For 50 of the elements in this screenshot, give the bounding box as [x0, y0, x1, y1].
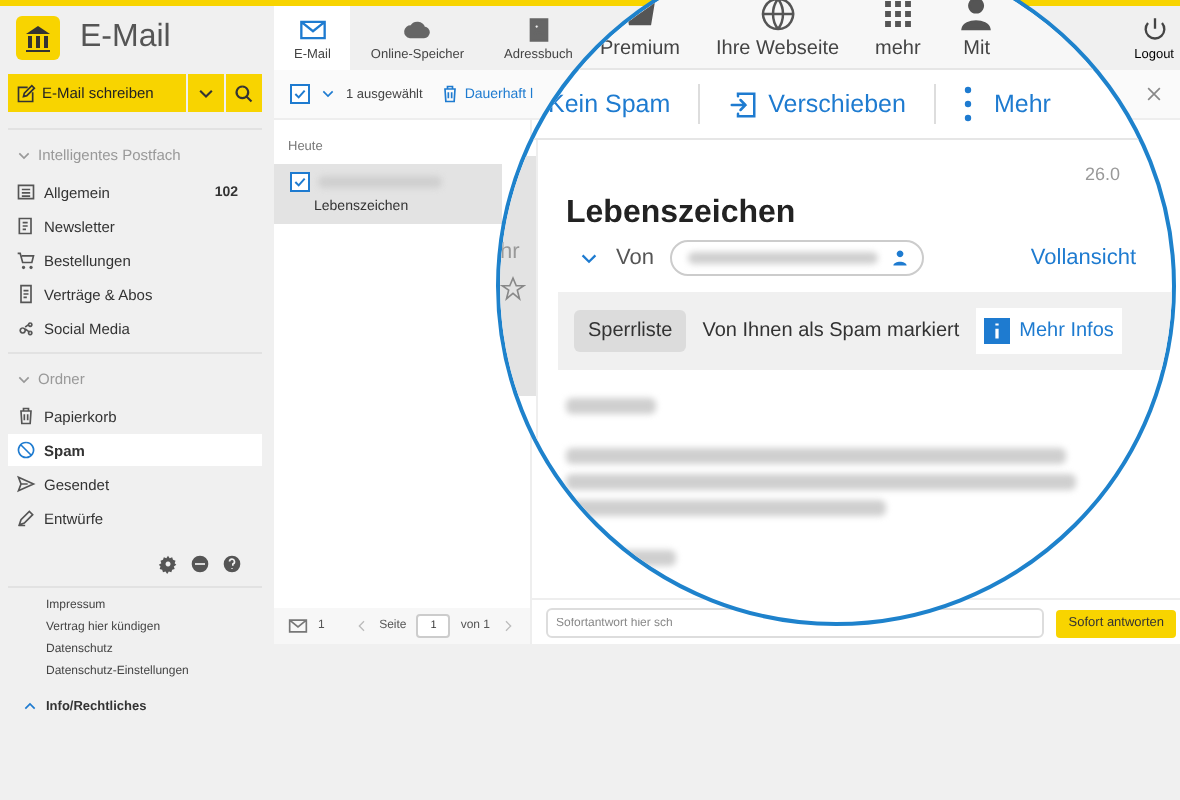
list-icon [16, 182, 36, 202]
envelope-icon [297, 15, 328, 43]
pencil-icon [16, 508, 36, 528]
nav-tab[interactable]: Premium [600, 0, 681, 60]
from-label: Von [616, 246, 654, 270]
globe-icon [757, 0, 798, 34]
chevron-icon [16, 147, 32, 163]
envelope-icon [288, 616, 308, 636]
person-icon [889, 248, 910, 268]
close-icon [1144, 84, 1164, 104]
more-info-button[interactable]: Mehr Infos [975, 308, 1122, 354]
search-button[interactable] [226, 74, 262, 112]
close-button[interactable] [1144, 84, 1164, 104]
message-checkbox[interactable] [290, 172, 310, 192]
nav-tab[interactable]: Mit [956, 0, 997, 60]
document-icon [16, 284, 36, 304]
power-icon [1139, 15, 1170, 43]
app-title: E-Mail [80, 20, 171, 56]
spam-message: Von Ihnen als Spam markiert [702, 320, 960, 342]
message-date: 26.0 [1084, 164, 1122, 184]
message-subject: Lebenszeichen [566, 196, 798, 232]
info-icon [983, 318, 1010, 344]
blocklist-button[interactable]: Sperrliste [574, 310, 687, 352]
minus-circle-icon[interactable] [190, 554, 210, 574]
chevron-icon [16, 371, 32, 387]
more-icon [963, 86, 972, 122]
select-all-checkbox[interactable] [290, 84, 310, 104]
chevron-down-icon[interactable] [320, 86, 336, 102]
edit-icon [16, 83, 36, 103]
trash-icon [16, 406, 36, 426]
newspaper-icon [16, 216, 36, 236]
move-icon [728, 89, 759, 119]
full-view-link[interactable]: Vollansicht [1030, 246, 1136, 270]
cart-icon [16, 250, 36, 270]
nav-tab[interactable]: Ihre Webseite [716, 0, 840, 60]
trash-icon [440, 84, 461, 104]
toolbar-button[interactable]: Mehr [963, 86, 1051, 122]
search-icon [234, 83, 254, 103]
person-icon [956, 0, 997, 34]
chevron-icon [22, 698, 38, 714]
network-icon [16, 318, 36, 338]
nav-tab[interactable]: mehr [875, 0, 921, 60]
blocked-icon [16, 440, 36, 460]
help-icon[interactable] [222, 554, 242, 574]
star-icon[interactable] [500, 276, 526, 302]
truncated-text: hr [500, 240, 520, 264]
toolbar-button[interactable]: Verschieben [728, 89, 906, 119]
settings-icon[interactable] [158, 554, 178, 574]
send-icon [16, 474, 36, 494]
logo-icon [16, 16, 60, 60]
